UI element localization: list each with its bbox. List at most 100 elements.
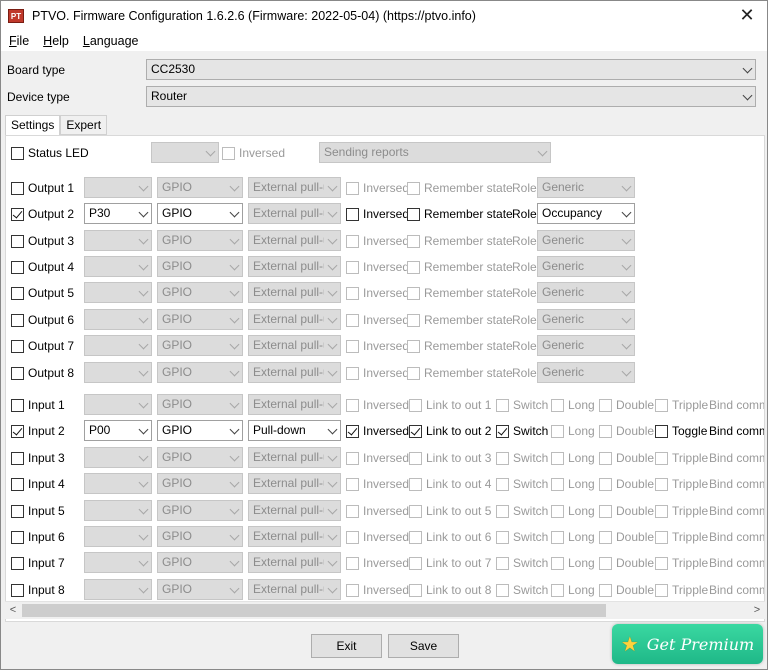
input-8-tripple-checkbox[interactable]: Tripple	[655, 582, 708, 598]
output-4-role-select[interactable]: Generic	[537, 256, 635, 277]
input-4-pull-select[interactable]: External pull-up	[248, 473, 341, 494]
input-6-mode-select[interactable]: GPIO	[157, 526, 243, 547]
horizontal-scrollbar[interactable]: < >	[5, 601, 765, 619]
output-6-pull-select[interactable]: External pull-up	[248, 309, 341, 330]
output-4-inversed-checkbox[interactable]: Inversed	[346, 259, 409, 275]
output-1-checkbox[interactable]: Output 1	[11, 180, 74, 196]
input-6-pull-select[interactable]: External pull-up	[248, 526, 341, 547]
output-8-checkbox[interactable]: Output 8	[11, 365, 74, 381]
output-5-pin-select[interactable]	[84, 282, 152, 303]
output-3-pull-select[interactable]: External pull-up	[248, 230, 341, 251]
output-7-pull-select[interactable]: External pull-up	[248, 335, 341, 356]
output-5-role-select[interactable]: Generic	[537, 282, 635, 303]
output-8-remember-checkbox[interactable]: Remember state	[407, 365, 513, 381]
output-4-remember-checkbox[interactable]: Remember state	[407, 259, 513, 275]
input-5-inversed-checkbox[interactable]: Inversed	[346, 503, 409, 519]
output-8-pull-select[interactable]: External pull-up	[248, 362, 341, 383]
input-3-mode-select[interactable]: GPIO	[157, 447, 243, 468]
close-icon[interactable]: ✕	[735, 4, 759, 26]
output-4-pin-select[interactable]	[84, 256, 152, 277]
input-2-checkbox[interactable]: Input 2	[11, 423, 65, 439]
output-2-checkbox[interactable]: Output 2	[11, 206, 74, 222]
output-4-mode-select[interactable]: GPIO	[157, 256, 243, 277]
input-2-toggle-checkbox[interactable]: Toggle	[655, 423, 707, 439]
input-3-pull-select[interactable]: External pull-up	[248, 447, 341, 468]
input-6-inversed-checkbox[interactable]: Inversed	[346, 529, 409, 545]
output-3-checkbox[interactable]: Output 3	[11, 233, 74, 249]
input-4-link-checkbox[interactable]: Link to out 4	[409, 476, 491, 492]
scroll-thumb[interactable]	[22, 604, 606, 617]
input-6-tripple-checkbox[interactable]: Tripple	[655, 529, 708, 545]
input-2-pin-select[interactable]: P00	[84, 420, 152, 441]
menu-help[interactable]: Help	[43, 34, 69, 48]
input-6-long-checkbox[interactable]: Long	[551, 529, 595, 545]
input-3-pin-select[interactable]	[84, 447, 152, 468]
output-4-pull-select[interactable]: External pull-up	[248, 256, 341, 277]
input-1-checkbox[interactable]: Input 1	[11, 397, 65, 413]
output-7-mode-select[interactable]: GPIO	[157, 335, 243, 356]
input-6-checkbox[interactable]: Input 6	[11, 529, 65, 545]
input-8-mode-select[interactable]: GPIO	[157, 579, 243, 600]
tab-expert[interactable]: Expert	[60, 115, 108, 135]
output-5-mode-select[interactable]: GPIO	[157, 282, 243, 303]
input-3-switch-checkbox[interactable]: Switch	[496, 450, 548, 466]
input-5-long-checkbox[interactable]: Long	[551, 503, 595, 519]
input-7-pin-select[interactable]	[84, 552, 152, 573]
input-5-pin-select[interactable]	[84, 500, 152, 521]
input-2-mode-select[interactable]: GPIO	[157, 420, 243, 441]
output-2-pull-select[interactable]: External pull-up	[248, 203, 341, 224]
input-4-checkbox[interactable]: Input 4	[11, 476, 65, 492]
tab-settings[interactable]: Settings	[5, 115, 61, 136]
output-1-remember-checkbox[interactable]: Remember state	[407, 180, 513, 196]
status-led-checkbox[interactable]: Status LED	[11, 145, 89, 161]
input-1-inversed-checkbox[interactable]: Inversed	[346, 397, 409, 413]
input-7-tripple-checkbox[interactable]: Tripple	[655, 555, 708, 571]
output-5-remember-checkbox[interactable]: Remember state	[407, 285, 513, 301]
input-8-link-checkbox[interactable]: Link to out 8	[409, 582, 491, 598]
output-1-mode-select[interactable]: GPIO	[157, 177, 243, 198]
input-6-pin-select[interactable]	[84, 526, 152, 547]
output-2-pin-select[interactable]: P30	[84, 203, 152, 224]
output-6-checkbox[interactable]: Output 6	[11, 312, 74, 328]
output-6-pin-select[interactable]	[84, 309, 152, 330]
output-3-inversed-checkbox[interactable]: Inversed	[346, 233, 409, 249]
input-8-checkbox[interactable]: Input 8	[11, 582, 65, 598]
output-1-inversed-checkbox[interactable]: Inversed	[346, 180, 409, 196]
status-led-inversed-checkbox[interactable]: Inversed	[222, 145, 285, 161]
output-7-pin-select[interactable]	[84, 335, 152, 356]
input-2-double-checkbox[interactable]: Double	[599, 423, 654, 439]
scroll-left-icon[interactable]: <	[5, 602, 21, 619]
output-6-remember-checkbox[interactable]: Remember state	[407, 312, 513, 328]
output-7-checkbox[interactable]: Output 7	[11, 338, 74, 354]
input-4-double-checkbox[interactable]: Double	[599, 476, 654, 492]
input-1-switch-checkbox[interactable]: Switch	[496, 397, 548, 413]
input-2-pull-select[interactable]: Pull-down	[248, 420, 341, 441]
output-3-mode-select[interactable]: GPIO	[157, 230, 243, 251]
board-type-select[interactable]: CC2530	[146, 59, 756, 80]
input-5-tripple-checkbox[interactable]: Tripple	[655, 503, 708, 519]
input-5-double-checkbox[interactable]: Double	[599, 503, 654, 519]
input-5-checkbox[interactable]: Input 5	[11, 503, 65, 519]
input-4-mode-select[interactable]: GPIO	[157, 473, 243, 494]
output-3-role-select[interactable]: Generic	[537, 230, 635, 251]
input-5-link-checkbox[interactable]: Link to out 5	[409, 503, 491, 519]
output-6-mode-select[interactable]: GPIO	[157, 309, 243, 330]
input-5-mode-select[interactable]: GPIO	[157, 500, 243, 521]
input-1-link-checkbox[interactable]: Link to out 1	[409, 397, 491, 413]
input-7-double-checkbox[interactable]: Double	[599, 555, 654, 571]
output-3-pin-select[interactable]	[84, 230, 152, 251]
input-1-mode-select[interactable]: GPIO	[157, 394, 243, 415]
input-6-switch-checkbox[interactable]: Switch	[496, 529, 548, 545]
input-1-long-checkbox[interactable]: Long	[551, 397, 595, 413]
output-3-remember-checkbox[interactable]: Remember state	[407, 233, 513, 249]
input-7-switch-checkbox[interactable]: Switch	[496, 555, 548, 571]
input-3-checkbox[interactable]: Input 3	[11, 450, 65, 466]
input-3-double-checkbox[interactable]: Double	[599, 450, 654, 466]
status-led-reports-select[interactable]: Sending reports	[319, 142, 551, 163]
input-5-pull-select[interactable]: External pull-up	[248, 500, 341, 521]
output-8-role-select[interactable]: Generic	[537, 362, 635, 383]
input-3-long-checkbox[interactable]: Long	[551, 450, 595, 466]
output-2-role-select[interactable]: Occupancy	[537, 203, 635, 224]
output-7-remember-checkbox[interactable]: Remember state	[407, 338, 513, 354]
output-1-pin-select[interactable]	[84, 177, 152, 198]
